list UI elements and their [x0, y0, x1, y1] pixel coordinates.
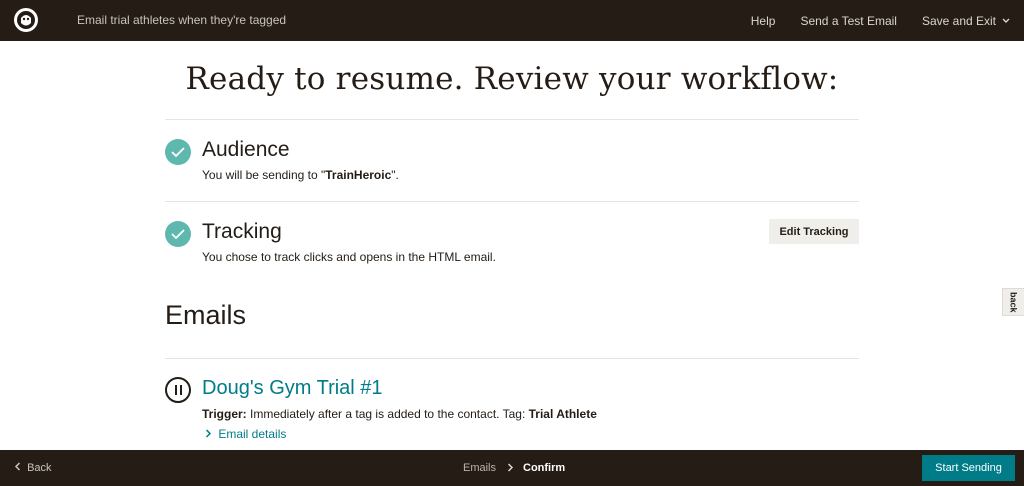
- back-link[interactable]: Back: [14, 450, 52, 486]
- help-link[interactable]: Help: [751, 14, 776, 28]
- mailchimp-logo-icon[interactable]: [12, 6, 40, 34]
- divider: [165, 358, 859, 359]
- save-and-exit-menu[interactable]: Save and Exit: [922, 14, 1010, 28]
- step-nav: Emails Confirm: [463, 450, 565, 486]
- chevron-right-icon: [205, 427, 215, 441]
- email-name-link[interactable]: Doug's Gym Trial #1: [202, 377, 383, 400]
- tracking-text: You chose to track clicks and opens in t…: [202, 250, 496, 264]
- audience-text-suffix: ".: [391, 168, 399, 182]
- email-item: Doug's Gym Trial #1 Trigger: Immediately…: [165, 375, 859, 445]
- divider: [165, 201, 859, 202]
- audience-text-prefix: You will be sending to ": [202, 168, 326, 182]
- step-confirm: Confirm: [523, 462, 566, 474]
- email-trigger: Trigger: Immediately after a tag is adde…: [202, 407, 597, 421]
- tag-name: Trial Athlete: [528, 407, 597, 421]
- audience-heading: Audience: [202, 138, 290, 161]
- tracking-heading: Tracking: [202, 220, 282, 243]
- feedback-side-tab[interactable]: back: [1002, 288, 1024, 316]
- edit-tracking-button[interactable]: Edit Tracking: [769, 219, 859, 244]
- checkmark-icon: [165, 139, 191, 165]
- page-title: Ready to resume. Review your workflow:: [185, 61, 839, 97]
- audience-name: TrainHeroic: [325, 168, 392, 182]
- tracking-section: Tracking You chose to track clicks and o…: [165, 218, 859, 278]
- email-details-label: Email details: [218, 427, 287, 441]
- emails-heading: Emails: [165, 300, 247, 330]
- trigger-label: Trigger:: [202, 407, 247, 421]
- chevron-right-icon: [507, 461, 514, 475]
- chevron-down-icon: [1002, 16, 1010, 26]
- save-and-exit-label: Save and Exit: [921, 13, 996, 28]
- bottom-bar: Back Emails Confirm Start Sending: [0, 450, 1024, 486]
- chevron-left-icon: [14, 462, 24, 474]
- main-content: Ready to resume. Review your workflow: A…: [0, 41, 1024, 450]
- pause-icon[interactable]: [165, 377, 191, 403]
- top-links: Help Send a Test Email Save and Exit: [726, 0, 1010, 41]
- start-sending-button[interactable]: Start Sending: [922, 455, 1015, 481]
- audience-section: Audience You will be sending to "TrainHe…: [165, 136, 859, 196]
- send-test-email-link[interactable]: Send a Test Email: [800, 14, 897, 28]
- audience-text: You will be sending to "TrainHeroic".: [202, 168, 399, 182]
- divider: [165, 119, 859, 120]
- back-label: Back: [27, 462, 52, 474]
- top-bar: Email trial athletes when they're tagged…: [0, 0, 1024, 41]
- campaign-title: Email trial athletes when they're tagged: [77, 13, 287, 27]
- email-details-link[interactable]: Email details: [205, 427, 286, 441]
- trigger-text: Immediately after a tag is added to the …: [246, 407, 529, 421]
- checkmark-icon: [165, 221, 191, 247]
- step-emails[interactable]: Emails: [463, 462, 496, 474]
